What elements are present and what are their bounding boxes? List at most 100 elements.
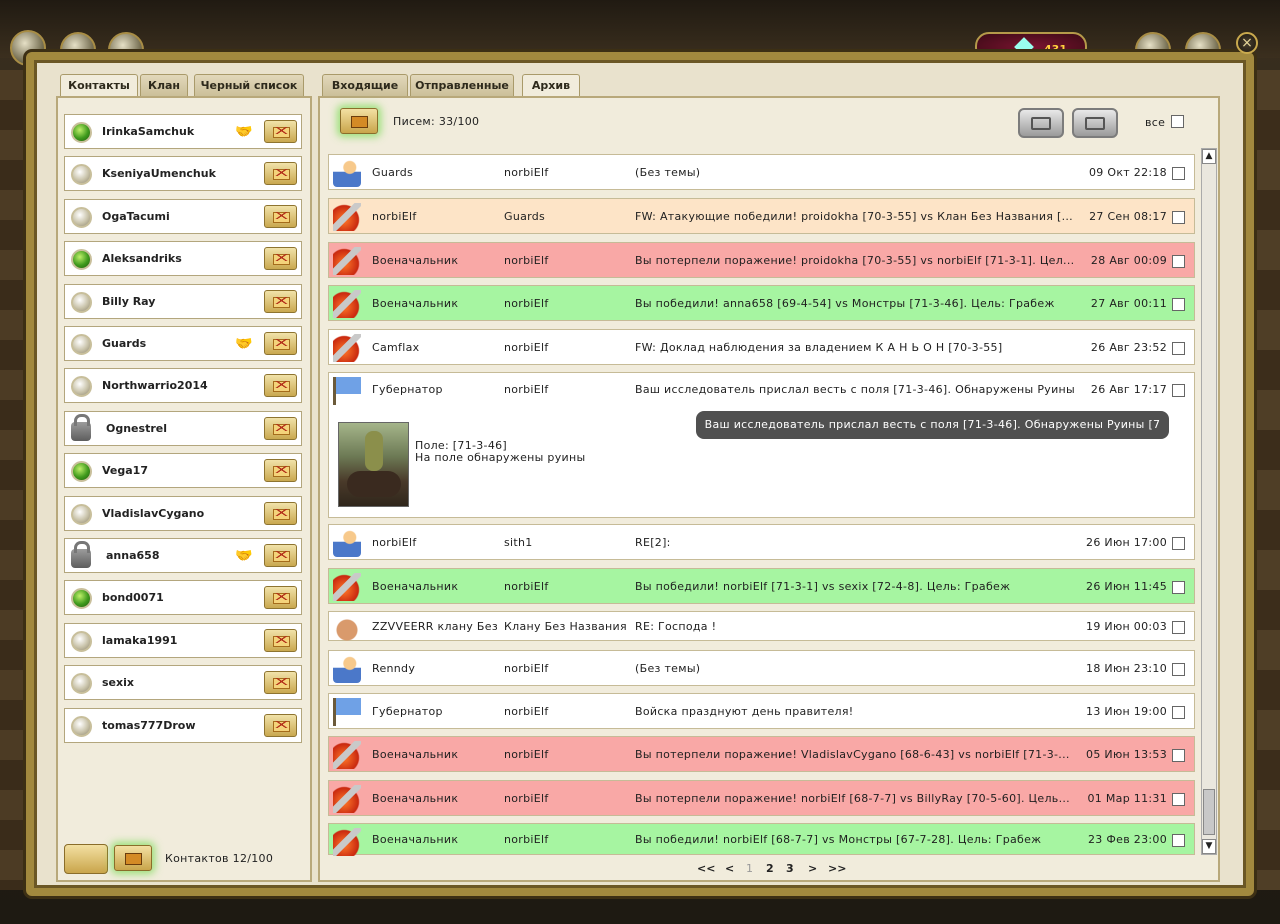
message-checkbox[interactable] bbox=[1172, 663, 1185, 676]
archive-icon[interactable] bbox=[340, 108, 378, 134]
send-mail-button[interactable] bbox=[264, 586, 297, 610]
pager-prev[interactable]: < bbox=[725, 862, 734, 875]
tab-sent[interactable]: Отправленные bbox=[410, 74, 514, 96]
send-mail-button[interactable] bbox=[264, 204, 297, 228]
send-mail-button[interactable] bbox=[264, 289, 297, 313]
tab-blacklist[interactable]: Черный список bbox=[194, 74, 304, 96]
contact-name: bond0071 bbox=[102, 591, 164, 605]
message-row[interactable]: Camflax norbiElf FW: Доклад наблюдения за … bbox=[328, 329, 1195, 365]
message-checkbox[interactable] bbox=[1172, 384, 1185, 397]
send-mail-button[interactable] bbox=[264, 459, 297, 483]
send-mail-button[interactable] bbox=[264, 374, 297, 398]
close-button[interactable]: × bbox=[1236, 32, 1258, 54]
message-checkbox[interactable] bbox=[1172, 793, 1185, 806]
send-mail-button[interactable] bbox=[264, 247, 297, 271]
sword-icon bbox=[333, 290, 361, 318]
pager-page[interactable]: 1 bbox=[746, 862, 753, 875]
message-date: 26 Июн 11:45 bbox=[1086, 580, 1167, 593]
message-row[interactable]: ZZVVEERR клану Без Клану Без Названия RE: … bbox=[328, 611, 1195, 644]
send-mail-button[interactable] bbox=[264, 544, 297, 567]
contact-item[interactable]: Ognestrel bbox=[64, 410, 302, 446]
contact-item[interactable]: lamaka1991 bbox=[64, 622, 302, 658]
pager-page[interactable]: 2 bbox=[766, 862, 774, 875]
message-row[interactable]: Военачальник norbiElf Вы потерпели поражен… bbox=[328, 242, 1195, 278]
subject-tooltip: Ваш исследователь прислал весть с поля [… bbox=[696, 411, 1169, 459]
message-subject: RE: Господа ! bbox=[635, 620, 717, 633]
message-checkbox[interactable] bbox=[1172, 621, 1185, 634]
expanded-line-2: На поле обнаружены руины bbox=[415, 451, 586, 464]
contact-item[interactable]: anna658 🤝 bbox=[64, 538, 302, 573]
message-checkbox[interactable] bbox=[1172, 706, 1185, 719]
message-to: norbiElf bbox=[504, 341, 549, 354]
message-checkbox[interactable] bbox=[1172, 581, 1185, 594]
pager-page[interactable]: 3 bbox=[786, 862, 794, 875]
archive-contacts-button[interactable] bbox=[114, 845, 152, 871]
send-mail-button[interactable] bbox=[264, 120, 297, 143]
contact-item[interactable]: VladislavCygano bbox=[64, 495, 302, 531]
message-row[interactable]: Военачальник norbiElf Вы победили! norbiEl… bbox=[328, 823, 1195, 856]
send-mail-button[interactable] bbox=[264, 628, 297, 652]
tab-inbox[interactable]: Входящие bbox=[322, 74, 408, 96]
send-mail-button[interactable] bbox=[264, 416, 297, 440]
message-row[interactable]: Военачальник norbiElf Вы победили! norbiEl… bbox=[328, 568, 1195, 604]
message-to: norbiElf bbox=[504, 833, 549, 846]
message-checkbox[interactable] bbox=[1172, 749, 1185, 762]
send-mail-button[interactable] bbox=[264, 671, 297, 695]
contact-name: Ognestrel bbox=[106, 421, 167, 435]
message-to: Guards bbox=[504, 210, 546, 223]
message-subject: Вы потерпели поражение! norbiElf [68-7-7… bbox=[635, 792, 1070, 805]
send-mail-button[interactable] bbox=[264, 501, 297, 525]
select-all-checkbox[interactable] bbox=[1171, 115, 1184, 128]
contact-item[interactable]: Aleksandriks bbox=[64, 241, 302, 277]
contact-item[interactable]: Vega17 bbox=[64, 453, 302, 489]
compose-button[interactable] bbox=[1018, 108, 1064, 138]
message-from: Военачальник bbox=[372, 297, 459, 310]
tab-contacts[interactable]: Контакты bbox=[60, 74, 138, 98]
message-to: Клану Без Названия bbox=[504, 620, 626, 633]
contact-item[interactable]: KseniyaUmenchuk bbox=[64, 156, 302, 192]
tab-archive[interactable]: Архив bbox=[522, 74, 580, 98]
contact-item[interactable]: IrinkaSamchuk 🤝 bbox=[64, 114, 302, 149]
message-to: norbiElf bbox=[504, 705, 549, 718]
messages-scrollbar[interactable]: ▲ ▼ bbox=[1201, 148, 1217, 855]
contact-item[interactable]: sexix bbox=[64, 665, 302, 701]
tab-clan[interactable]: Клан bbox=[140, 74, 188, 96]
message-checkbox[interactable] bbox=[1172, 298, 1185, 311]
add-contact-button[interactable] bbox=[64, 844, 108, 874]
message-row[interactable]: Военачальник norbiElf Вы потерпели поражен… bbox=[328, 780, 1195, 816]
pager-next[interactable]: > bbox=[808, 862, 817, 875]
contact-item[interactable]: bond0071 bbox=[64, 580, 302, 616]
status-orb-icon bbox=[71, 461, 92, 483]
message-checkbox[interactable] bbox=[1172, 342, 1185, 355]
send-mail-button[interactable] bbox=[264, 332, 297, 355]
message-row[interactable]: norbiElf sith1 RE[2]: 26 Июн 17:00 bbox=[328, 524, 1195, 560]
message-subject: Вы победили! anna658 [69-4-54] vs Монстр… bbox=[635, 297, 1055, 310]
delete-button[interactable] bbox=[1072, 108, 1118, 138]
message-checkbox[interactable] bbox=[1172, 167, 1185, 180]
message-row[interactable]: Губернатор norbiElf Войска празднуют день … bbox=[328, 693, 1195, 729]
pager-last[interactable]: >> bbox=[828, 862, 846, 875]
message-row[interactable]: Военачальник norbiElf Вы победили! anna658… bbox=[328, 285, 1195, 321]
message-row[interactable]: norbiElf Guards FW: Атакующие победили! pr… bbox=[328, 198, 1195, 234]
scroll-up-button[interactable]: ▲ bbox=[1202, 149, 1216, 164]
contact-item[interactable]: tomas777Drow bbox=[64, 707, 302, 743]
pager-first[interactable]: << bbox=[697, 862, 715, 875]
contact-item[interactable]: OgaTacumi bbox=[64, 198, 302, 234]
message-checkbox[interactable] bbox=[1172, 255, 1185, 268]
scroll-thumb[interactable] bbox=[1203, 789, 1215, 835]
send-mail-button[interactable] bbox=[264, 713, 297, 737]
message-checkbox[interactable] bbox=[1172, 211, 1185, 224]
send-mail-button[interactable] bbox=[264, 162, 297, 186]
message-checkbox[interactable] bbox=[1172, 834, 1185, 847]
message-row[interactable]: Guards norbiElf (Без темы) 09 Окт 22:18 bbox=[328, 154, 1195, 190]
contact-name: anna658 bbox=[106, 549, 160, 562]
contact-item[interactable]: Billy Ray bbox=[64, 283, 302, 319]
message-row[interactable]: Renndy norbiElf (Без темы) 18 Июн 23:10 bbox=[328, 650, 1195, 686]
message-checkbox[interactable] bbox=[1172, 537, 1185, 550]
contact-item[interactable]: Northwarrio2014 bbox=[64, 368, 302, 404]
message-to: norbiElf bbox=[504, 297, 549, 310]
scroll-down-button[interactable]: ▼ bbox=[1202, 839, 1216, 854]
message-row[interactable]: Военачальник norbiElf Вы потерпели поражен… bbox=[328, 736, 1195, 772]
sword-icon bbox=[333, 785, 361, 813]
contact-item[interactable]: Guards 🤝 bbox=[64, 326, 302, 361]
